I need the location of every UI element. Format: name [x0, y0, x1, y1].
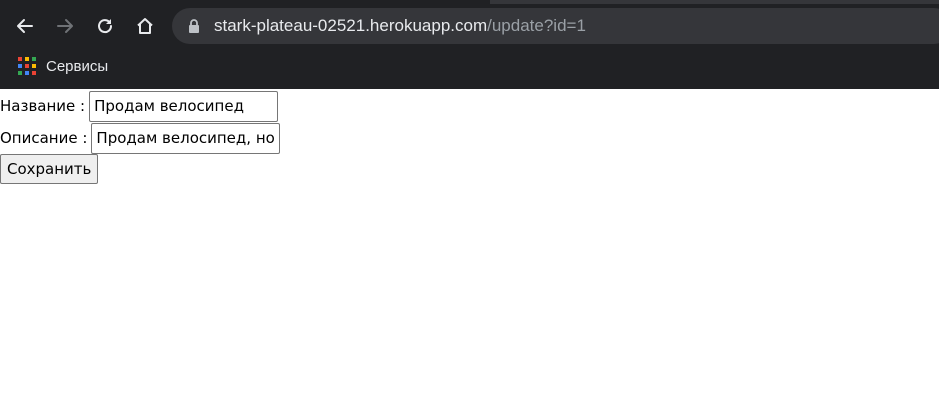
description-input[interactable] [91, 122, 281, 154]
description-row: Описание : [0, 122, 281, 154]
address-bar[interactable]: stark-plateau-02521.herokuapp.com/update… [172, 8, 939, 44]
page-content: Название : Описание : Сохранить [0, 89, 939, 408]
reload-icon [98, 19, 113, 34]
bookmarks-bar: Сервисы [0, 48, 939, 84]
save-button[interactable]: Сохранить [0, 154, 99, 184]
name-row: Название : [0, 90, 279, 122]
apps-grid-icon [18, 57, 36, 75]
arrow-left-icon [17, 19, 33, 33]
name-input[interactable] [89, 90, 279, 122]
browser-chrome: stark-plateau-02521.herokuapp.com/update… [0, 0, 939, 89]
reload-button[interactable] [90, 11, 120, 41]
url-host: stark-plateau-02521.herokuapp.com [214, 16, 488, 35]
arrow-right-icon [57, 19, 73, 33]
forward-button[interactable] [50, 11, 80, 41]
bookmark-label: Сервисы [46, 57, 109, 75]
url-path: /update?id=1 [487, 16, 586, 35]
back-button[interactable] [10, 11, 40, 41]
home-button[interactable] [130, 11, 160, 41]
name-label: Название : [0, 97, 86, 115]
description-label: Описание : [0, 129, 88, 147]
browser-toolbar: stark-plateau-02521.herokuapp.com/update… [0, 4, 939, 48]
bookmark-apps[interactable]: Сервисы [10, 52, 116, 80]
home-icon [137, 18, 153, 34]
url-text[interactable]: stark-plateau-02521.herokuapp.com/update… [214, 8, 586, 44]
lock-icon[interactable] [186, 18, 202, 34]
